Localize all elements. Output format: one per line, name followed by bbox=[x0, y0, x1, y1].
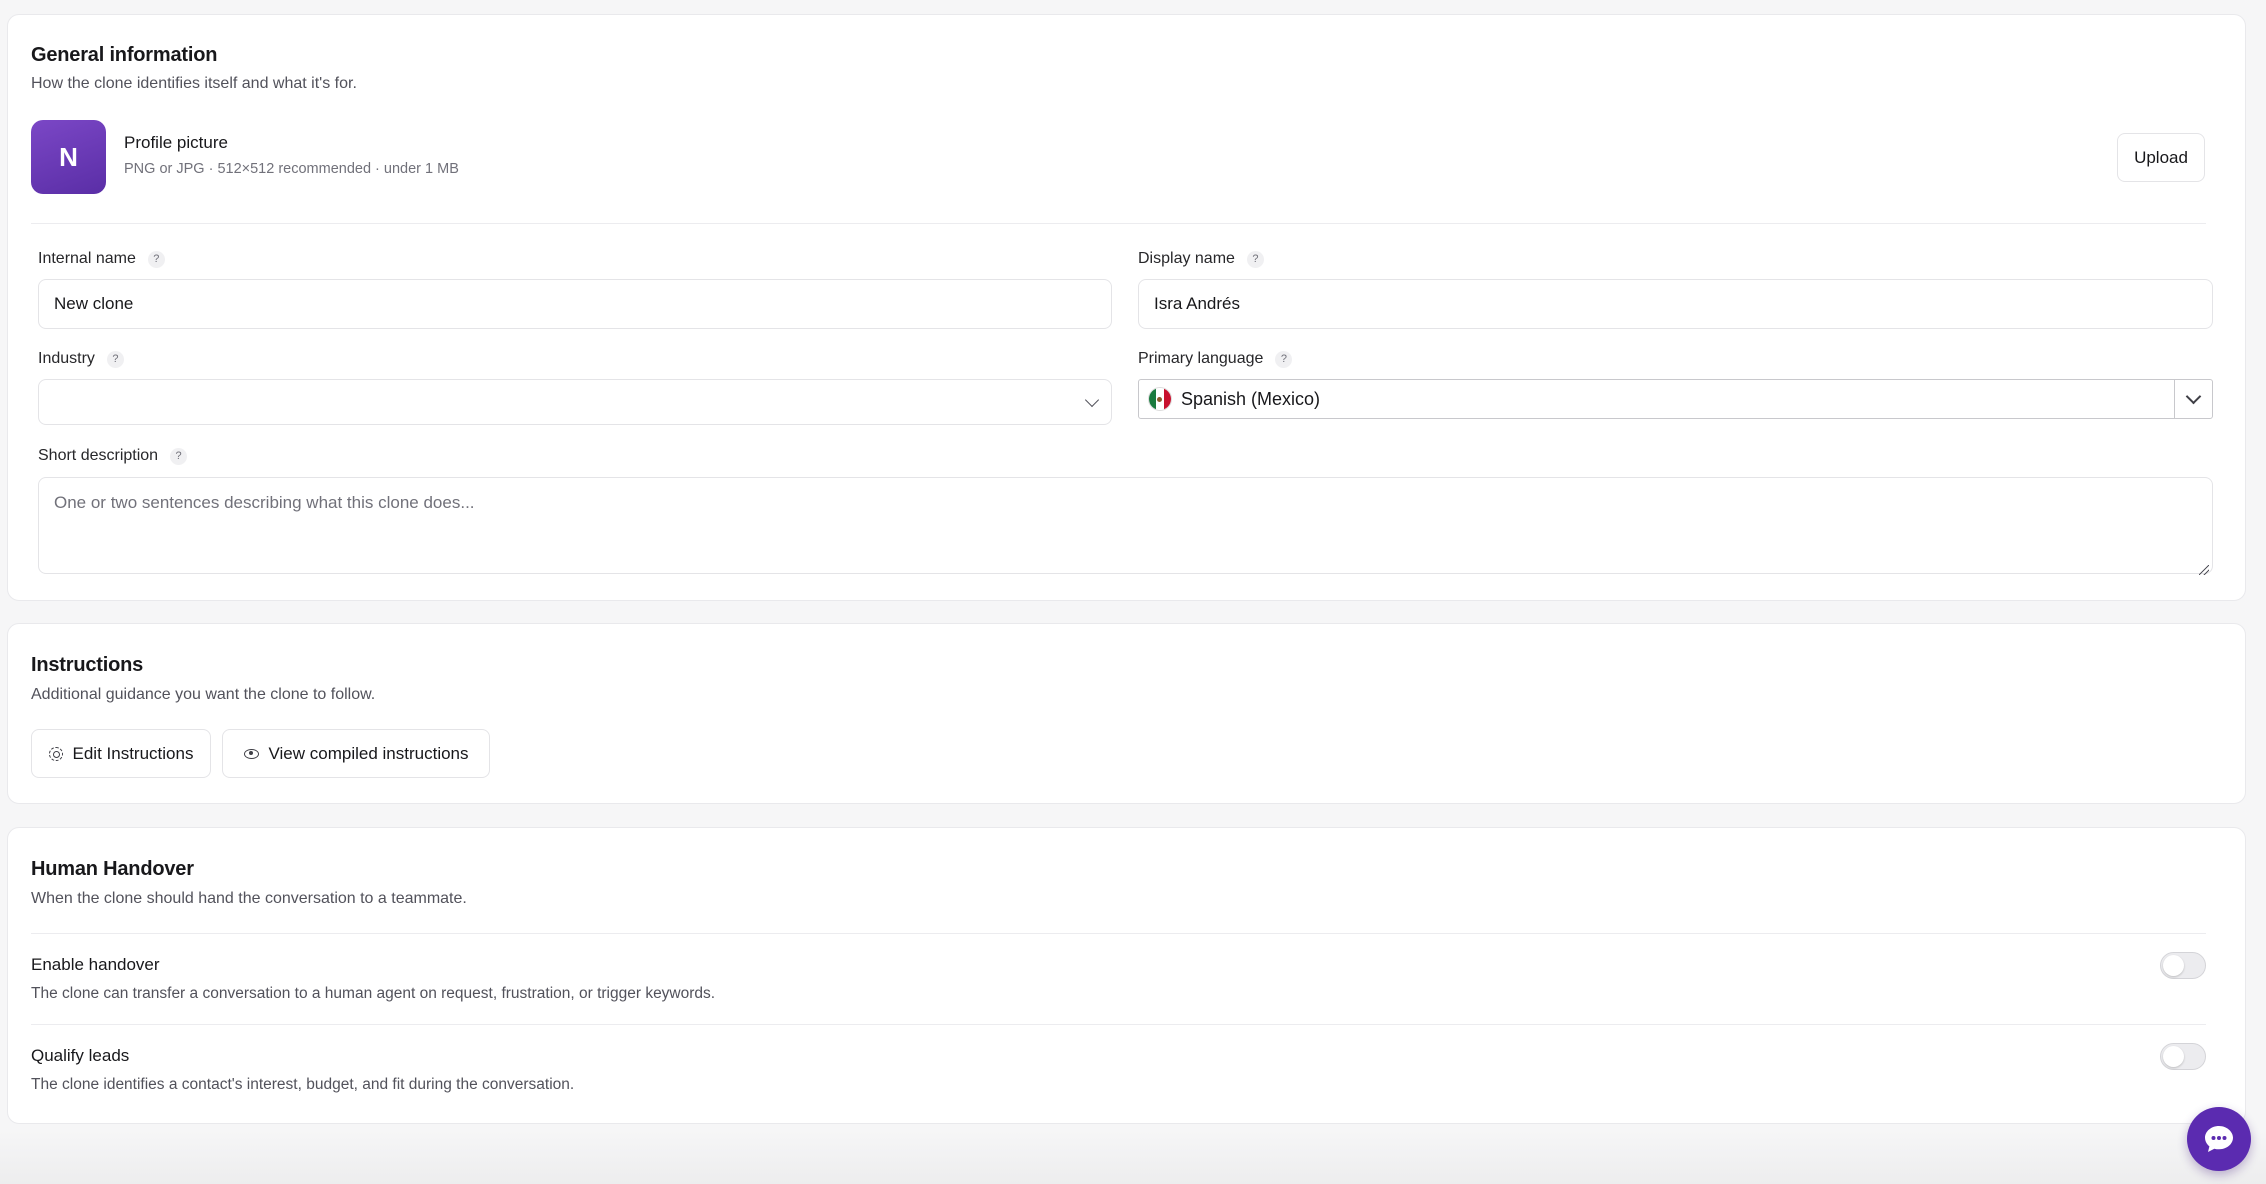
resize-handle-icon[interactable] bbox=[2199, 565, 2209, 575]
handover-title: Human Handover bbox=[31, 858, 194, 880]
profile-picture-hint: PNG or JPG · 512×512 recommended · under… bbox=[124, 161, 459, 177]
bottom-fade bbox=[0, 1130, 2266, 1184]
help-icon[interactable]: ? bbox=[147, 250, 165, 268]
mexico-flag-icon bbox=[1148, 387, 1172, 411]
handover-subtitle: When the clone should hand the conversat… bbox=[31, 890, 467, 907]
qualify-leads-description: The clone identifies a contact's interes… bbox=[31, 1076, 575, 1093]
qualify-leads-title: Qualify leads bbox=[31, 1046, 130, 1065]
settings-page: General information How the clone identi… bbox=[0, 0, 2266, 1184]
enable-handover-title: Enable handover bbox=[31, 955, 160, 974]
primary-language-value: Spanish (Mexico) bbox=[1181, 388, 1321, 409]
divider bbox=[31, 1024, 2206, 1025]
primary-language-select[interactable]: Spanish (Mexico) bbox=[1138, 379, 2213, 419]
enable-handover-description: The clone can transfer a conversation to… bbox=[31, 985, 716, 1002]
short-description-textarea[interactable] bbox=[38, 477, 2213, 574]
view-compiled-instructions-label: View compiled instructions bbox=[268, 743, 469, 763]
qualify-leads-toggle[interactable] bbox=[2160, 1043, 2206, 1070]
internal-name-input[interactable] bbox=[38, 279, 1112, 329]
chevron-down-icon bbox=[1084, 392, 1100, 408]
view-compiled-instructions-button[interactable]: View compiled instructions bbox=[222, 729, 490, 778]
divider bbox=[31, 933, 2206, 934]
primary-language-label: Primary language ? bbox=[1138, 350, 1293, 368]
avatar-letter: N bbox=[59, 141, 78, 172]
chat-launcher-button[interactable] bbox=[2187, 1107, 2251, 1171]
short-description-label: Short description ? bbox=[38, 447, 188, 465]
industry-select[interactable] bbox=[38, 379, 1112, 425]
profile-avatar: N bbox=[31, 120, 106, 194]
instructions-subtitle: Additional guidance you want the clone t… bbox=[31, 686, 376, 703]
short-description-label-text: Short description bbox=[38, 447, 159, 464]
display-name-label: Display name ? bbox=[1138, 250, 1264, 268]
upload-button[interactable]: Upload bbox=[2117, 133, 2205, 182]
edit-instructions-label: Edit Instructions bbox=[72, 743, 194, 763]
chevron-down-icon bbox=[2185, 388, 2202, 404]
chat-bubble-icon bbox=[2205, 1126, 2233, 1152]
internal-name-label-text: Internal name bbox=[38, 250, 136, 267]
divider bbox=[31, 223, 2206, 224]
help-icon[interactable]: ? bbox=[1246, 250, 1264, 268]
language-dropdown-button[interactable] bbox=[2174, 380, 2212, 418]
help-icon[interactable]: ? bbox=[106, 350, 124, 368]
help-icon[interactable]: ? bbox=[1275, 350, 1293, 368]
gear-icon bbox=[48, 746, 63, 761]
industry-label: Industry ? bbox=[38, 350, 124, 368]
enable-handover-toggle[interactable] bbox=[2160, 952, 2206, 979]
eye-icon bbox=[243, 748, 259, 759]
display-name-label-text: Display name bbox=[1138, 250, 1235, 267]
general-title: General information bbox=[31, 44, 218, 66]
internal-name-label: Internal name ? bbox=[38, 250, 165, 268]
display-name-input[interactable] bbox=[1138, 279, 2213, 329]
edit-instructions-button[interactable]: Edit Instructions bbox=[31, 729, 211, 778]
primary-language-label-text: Primary language bbox=[1138, 350, 1264, 367]
general-subtitle: How the clone identifies itself and what… bbox=[31, 75, 357, 92]
instructions-title: Instructions bbox=[31, 654, 144, 676]
industry-label-text: Industry bbox=[38, 350, 95, 367]
help-icon[interactable]: ? bbox=[170, 447, 188, 465]
profile-picture-title: Profile picture bbox=[124, 133, 228, 152]
